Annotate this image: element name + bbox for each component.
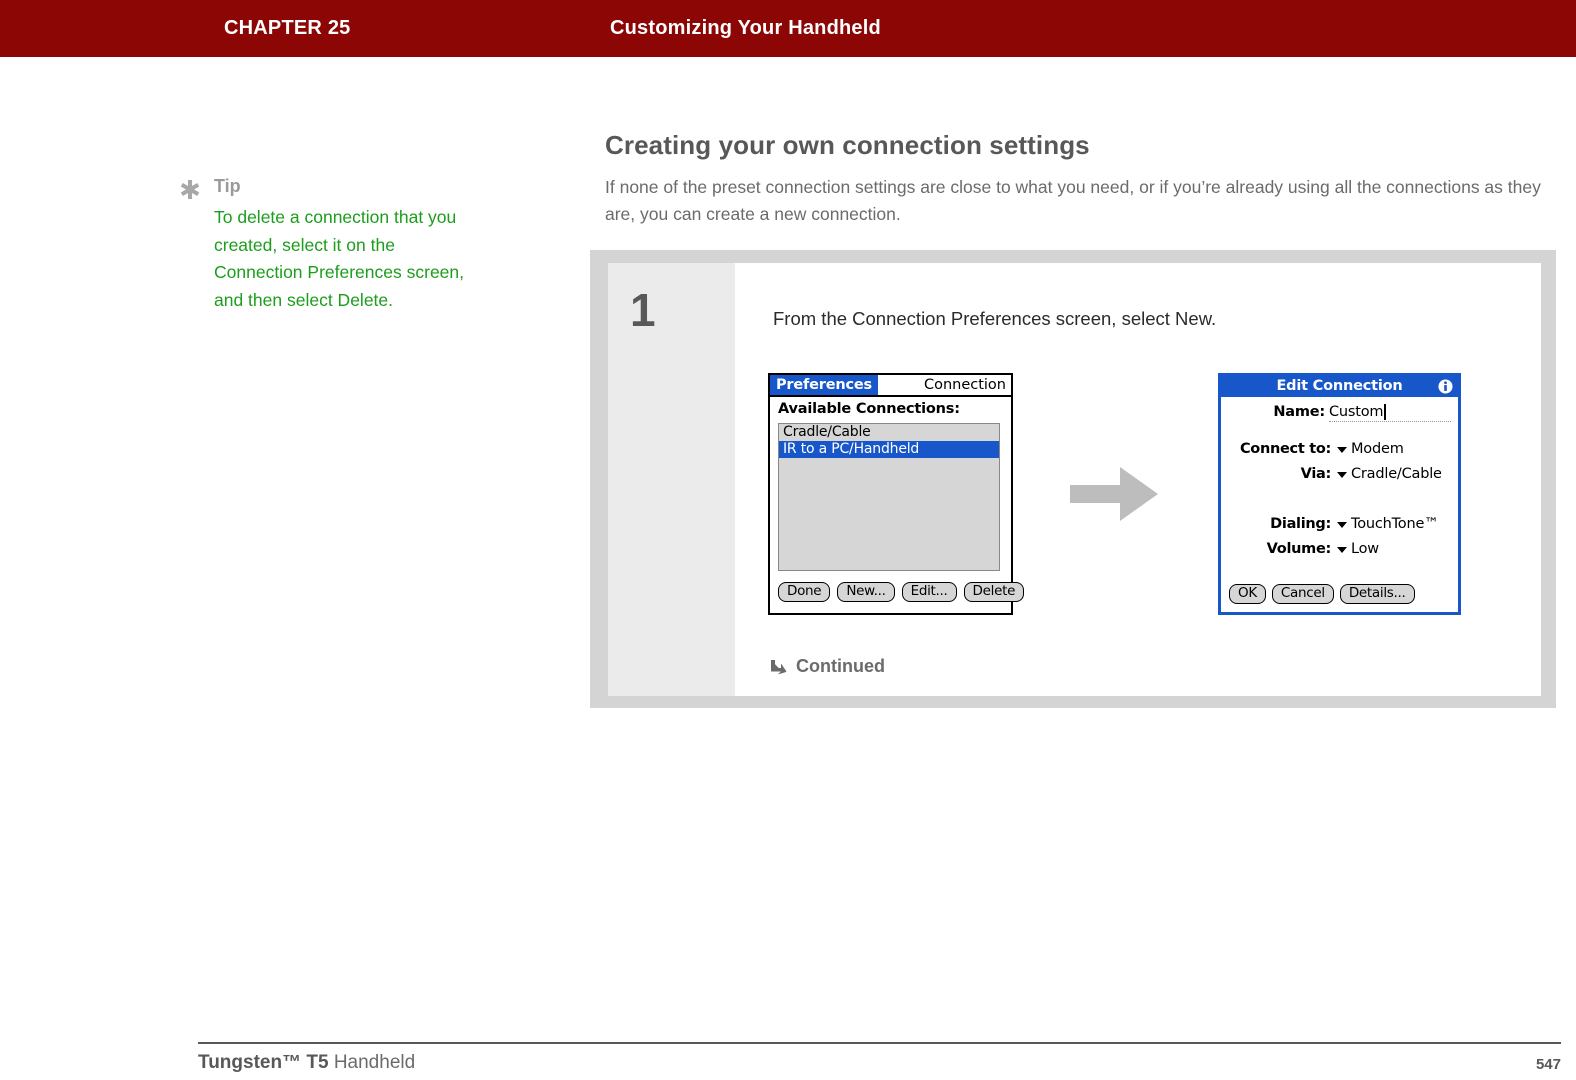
details-button[interactable]: Details... (1339, 584, 1415, 604)
step-number: 1 (630, 284, 656, 336)
chapter-header-bar: CHAPTER 25 Customizing Your Handheld (0, 0, 1576, 57)
edit-connection-title-bar: Edit Connection (1221, 376, 1458, 397)
via-value[interactable]: Cradle/Cable (1351, 466, 1442, 482)
volume-label: Volume: (1266, 541, 1332, 557)
footer-product-name: Tungsten™ T5 Handheld (198, 1052, 415, 1074)
dialing-field-row[interactable]: Dialing: TouchTone™ (1221, 516, 1458, 535)
via-field-row[interactable]: Via: Cradle/Cable (1221, 466, 1458, 485)
name-input[interactable]: Custom (1329, 404, 1384, 420)
footer-product: Handheld (328, 1052, 416, 1073)
step-panel-content: 1 From the Connection Preferences screen… (608, 263, 1541, 696)
footer-brand: Tungsten™ T5 (198, 1052, 329, 1073)
chevron-down-icon[interactable] (1337, 547, 1347, 553)
edit-button[interactable]: Edit... (901, 582, 957, 602)
chevron-down-icon[interactable] (1337, 447, 1347, 453)
arrow-right-icon (1070, 467, 1158, 521)
connections-list[interactable]: Cradle/Cable IR to a PC/Handheld (778, 423, 1000, 571)
available-connections-label: Available Connections: (778, 401, 960, 417)
tip-body-text: To delete a connection that you created,… (214, 207, 464, 310)
asterisk-icon: ✱ (179, 175, 201, 205)
step-number-column: 1 (608, 263, 735, 696)
chapter-label: CHAPTER 25 (224, 17, 351, 39)
dialing-value[interactable]: TouchTone™ (1351, 516, 1439, 532)
continued-indicator: Continued (768, 656, 885, 677)
preferences-button-row: Done New... Edit... Delete (778, 582, 1025, 602)
volume-field-row[interactable]: Volume: Low (1221, 541, 1458, 560)
connect-to-field-row[interactable]: Connect to: Modem (1221, 441, 1458, 460)
chevron-down-icon[interactable] (1337, 522, 1347, 528)
step-panel: 1 From the Connection Preferences screen… (590, 250, 1556, 708)
chapter-title: Customizing Your Handheld (610, 17, 881, 39)
list-item[interactable]: Cradle/Cable (779, 424, 999, 441)
text-cursor (1384, 404, 1386, 420)
edit-connection-button-row: OK Cancel Details... (1229, 584, 1415, 604)
new-button[interactable]: New... (837, 582, 895, 602)
list-item[interactable]: IR to a PC/Handheld (779, 441, 999, 458)
preferences-title-bar: Preferences Connection (770, 375, 1011, 397)
info-icon[interactable] (1438, 379, 1453, 394)
step-instruction: From the Connection Preferences screen, … (773, 308, 1217, 329)
delete-button[interactable]: Delete (963, 582, 1025, 602)
dialing-label: Dialing: (1270, 516, 1331, 532)
connect-to-label: Connect to: (1239, 441, 1331, 457)
arrow-down-right-icon (771, 659, 787, 674)
edit-connection-dialog-figure: Edit Connection Name: Custom Connect to:… (1218, 373, 1461, 615)
page-number: 547 (1535, 1056, 1561, 1073)
volume-value[interactable]: Low (1351, 541, 1379, 557)
name-field-label: Name: (1273, 404, 1325, 420)
cancel-button[interactable]: Cancel (1271, 584, 1334, 604)
dialog-title: Edit Connection (1276, 378, 1403, 394)
name-field-underline (1329, 421, 1451, 422)
preferences-app-tab[interactable]: Preferences (770, 375, 878, 395)
tip-heading: Tip (214, 176, 241, 196)
continued-label: Continued (796, 656, 885, 676)
preferences-category-label[interactable]: Connection (924, 375, 1006, 395)
name-field-row: Name: Custom (1221, 404, 1458, 424)
page-title: Creating your own connection settings (605, 130, 1090, 160)
done-button[interactable]: Done (778, 582, 831, 602)
ok-button[interactable]: OK (1229, 584, 1266, 604)
via-label: Via: (1300, 466, 1332, 482)
section-intro-text: If none of the preset connection setting… (605, 177, 1541, 224)
connect-to-value[interactable]: Modem (1351, 441, 1404, 457)
footer-divider (198, 1042, 1561, 1044)
chevron-down-icon[interactable] (1337, 472, 1347, 478)
preferences-screen-figure: Preferences Connection Available Connect… (768, 373, 1025, 615)
